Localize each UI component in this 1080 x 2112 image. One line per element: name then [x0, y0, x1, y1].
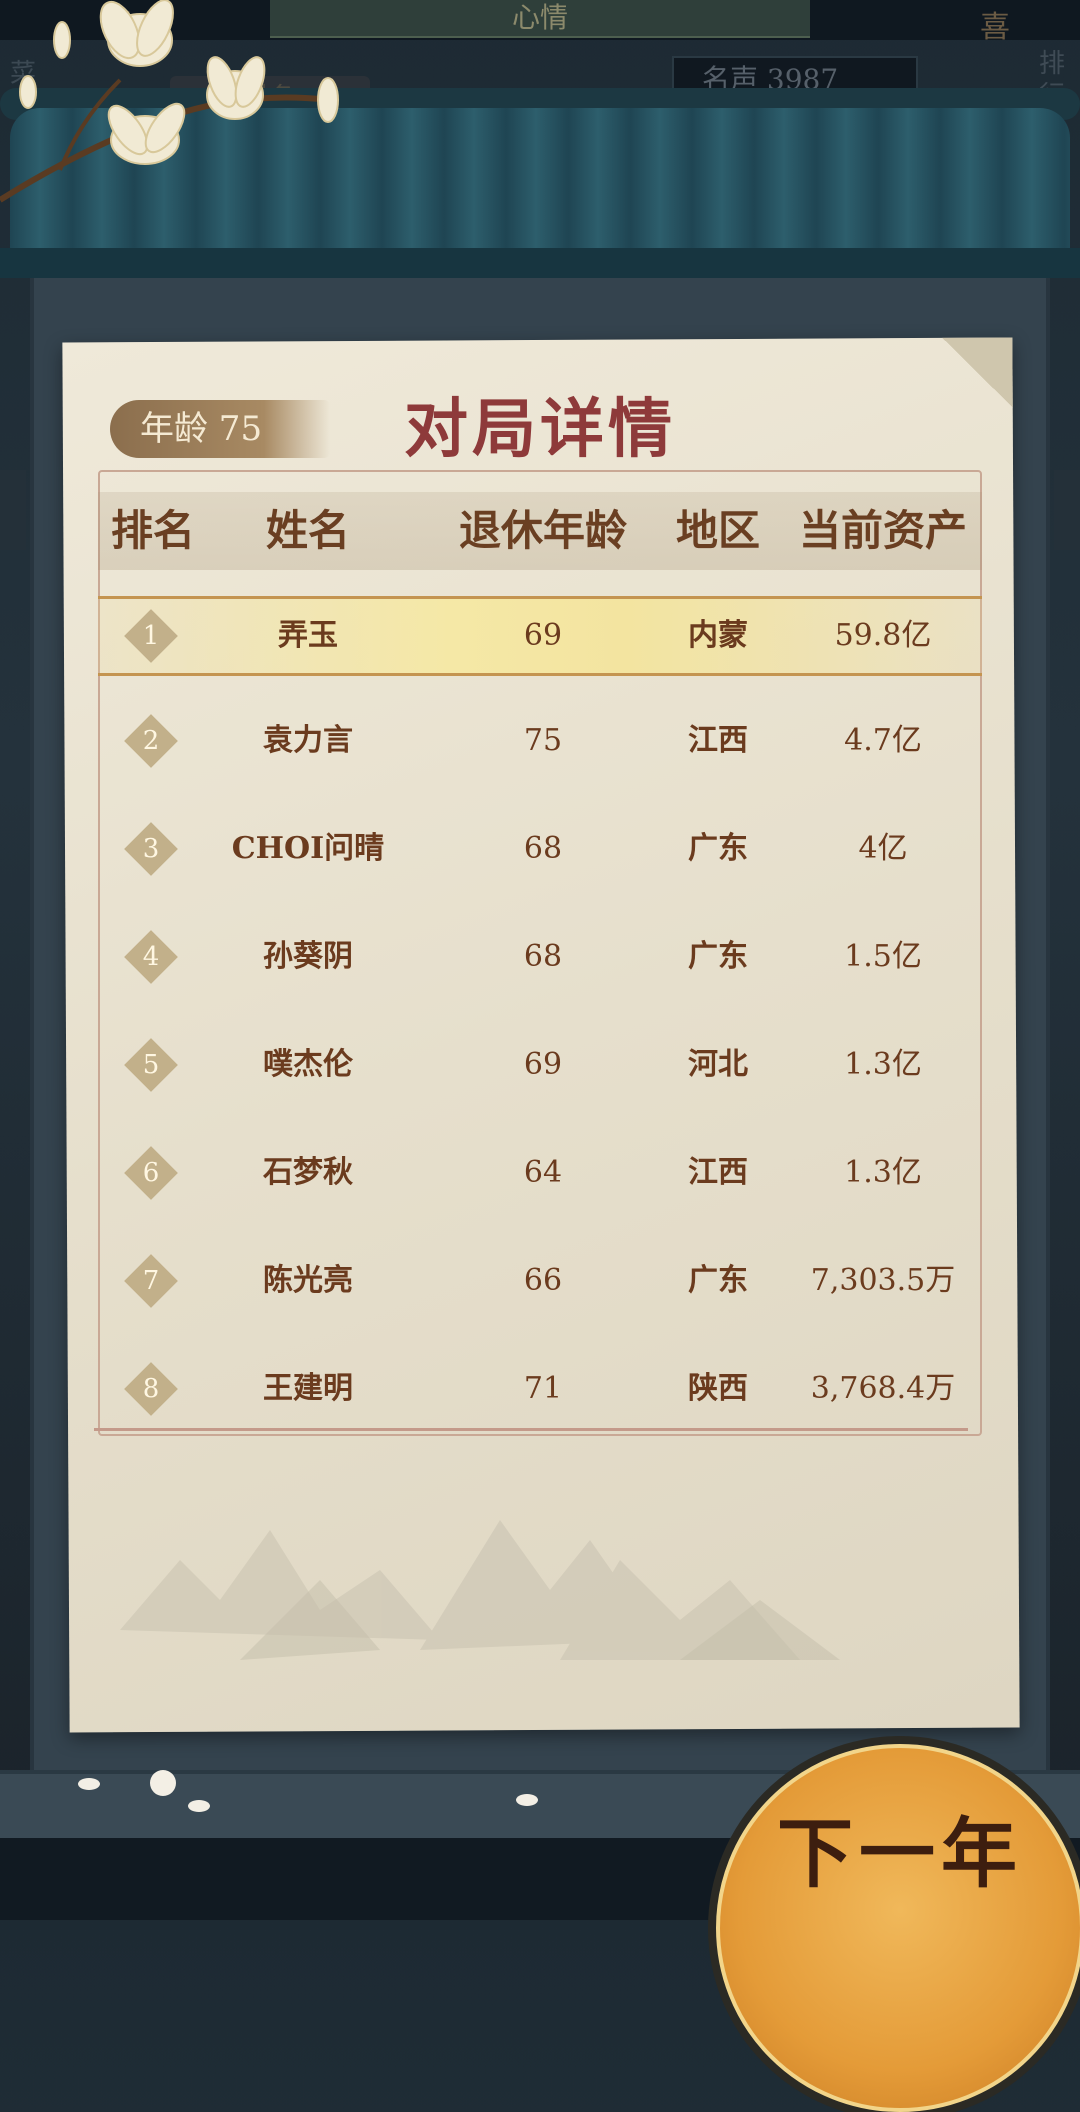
player-name: CHOI问晴 — [231, 831, 385, 866]
region: 陕西 — [688, 1371, 748, 1406]
table-row: 2 袁力言 75 江西 4.7亿 — [98, 704, 982, 778]
region: 广东 — [688, 831, 748, 866]
rank-badge: 6 — [124, 1146, 178, 1200]
rank-number: 3 — [142, 834, 160, 864]
retire-age: 64 — [523, 1155, 563, 1190]
retire-age: 69 — [523, 618, 563, 653]
header-name: 姓名 — [265, 506, 350, 555]
player-name: 噗杰伦 — [263, 1047, 353, 1082]
region: 河北 — [688, 1047, 748, 1082]
player-name: 袁力言 — [263, 723, 353, 758]
table-row: 8 王建明 71 陕西 3,768.4万 — [98, 1352, 982, 1426]
region: 江西 — [688, 723, 748, 758]
rank-badge: 3 — [124, 822, 178, 876]
retire-age: 75 — [523, 723, 563, 758]
rank-badge: 1 — [124, 609, 178, 663]
petal-icon — [188, 1800, 210, 1812]
header-rank: 排名 — [110, 506, 195, 555]
rank-badge: 7 — [124, 1254, 178, 1308]
player-name: 石梦秋 — [263, 1155, 353, 1190]
right-arrow-icon — [1054, 470, 1080, 550]
table-row: 3 CHOI问晴 68 广东 4亿 — [98, 812, 982, 886]
assets: 4亿 — [858, 831, 908, 866]
assets: 1.3亿 — [844, 1047, 922, 1082]
table-row: 6 石梦秋 64 江西 1.3亿 — [98, 1136, 982, 1210]
rank-number: 2 — [142, 726, 160, 756]
table-row: 4 孙葵阴 68 广东 1.5亿 — [98, 920, 982, 994]
next-year-label: 下一年 — [777, 1809, 1023, 1898]
retire-age: 71 — [523, 1371, 563, 1406]
table-header: 排名 姓名 退休年龄 地区 当前资产 — [98, 492, 982, 570]
assets: 3,768.4万 — [810, 1371, 956, 1406]
player-name: 弄玉 — [278, 618, 338, 653]
petal-icon — [516, 1794, 538, 1806]
player-name: 陈光亮 — [263, 1263, 353, 1298]
region: 广东 — [688, 939, 748, 974]
assets: 1.5亿 — [844, 939, 922, 974]
region: 内蒙 — [688, 618, 748, 653]
rank-number: 8 — [142, 1374, 160, 1404]
table-bottom-rule — [94, 1428, 968, 1431]
rank-number: 4 — [142, 942, 160, 972]
rank-badge: 4 — [124, 930, 178, 984]
rank-badge: 5 — [124, 1038, 178, 1092]
rank-number: 6 — [142, 1158, 160, 1188]
rank-number: 7 — [142, 1266, 160, 1296]
table-row: 5 噗杰伦 69 河北 1.3亿 — [98, 1028, 982, 1102]
retire-age: 69 — [523, 1047, 563, 1082]
player-name: 王建明 — [263, 1371, 353, 1406]
mood-bar: 心情 — [270, 0, 810, 38]
age-tag: 年龄 75 — [110, 400, 330, 458]
rank-number: 1 — [142, 621, 160, 651]
header-retire-age: 退休年龄 — [458, 506, 627, 555]
player-name: 孙葵阴 — [263, 939, 353, 974]
petal-icon — [78, 1778, 100, 1790]
retire-age: 68 — [523, 939, 563, 974]
region: 广东 — [688, 1263, 748, 1298]
next-year-button[interactable]: 下一年 — [716, 1744, 1080, 2112]
rank-number: 5 — [142, 1050, 160, 1080]
assets: 1.3亿 — [844, 1155, 922, 1190]
retire-age: 68 — [523, 831, 563, 866]
ink-mountains-image — [120, 1520, 840, 1660]
region: 江西 — [688, 1155, 748, 1190]
table-row: 1 弄玉 69 内蒙 59.8亿 — [98, 596, 982, 676]
rank-badge: 8 — [124, 1362, 178, 1416]
assets: 4.7亿 — [844, 723, 922, 758]
assets: 59.8亿 — [834, 618, 932, 653]
mood-happy-label: 喜 — [980, 10, 1010, 45]
rank-badge: 2 — [124, 714, 178, 768]
magnolia-branch-icon — [0, 0, 339, 203]
assets: 7,303.5万 — [810, 1263, 956, 1298]
retire-age: 66 — [523, 1263, 563, 1298]
left-arrow-icon — [0, 470, 26, 550]
petal-icon — [150, 1770, 176, 1796]
table-row: 7 陈光亮 66 广东 7,303.5万 — [98, 1244, 982, 1318]
header-region: 地区 — [675, 506, 760, 555]
header-assets: 当前资产 — [798, 506, 967, 555]
page-title: 对局详情 — [404, 392, 676, 467]
